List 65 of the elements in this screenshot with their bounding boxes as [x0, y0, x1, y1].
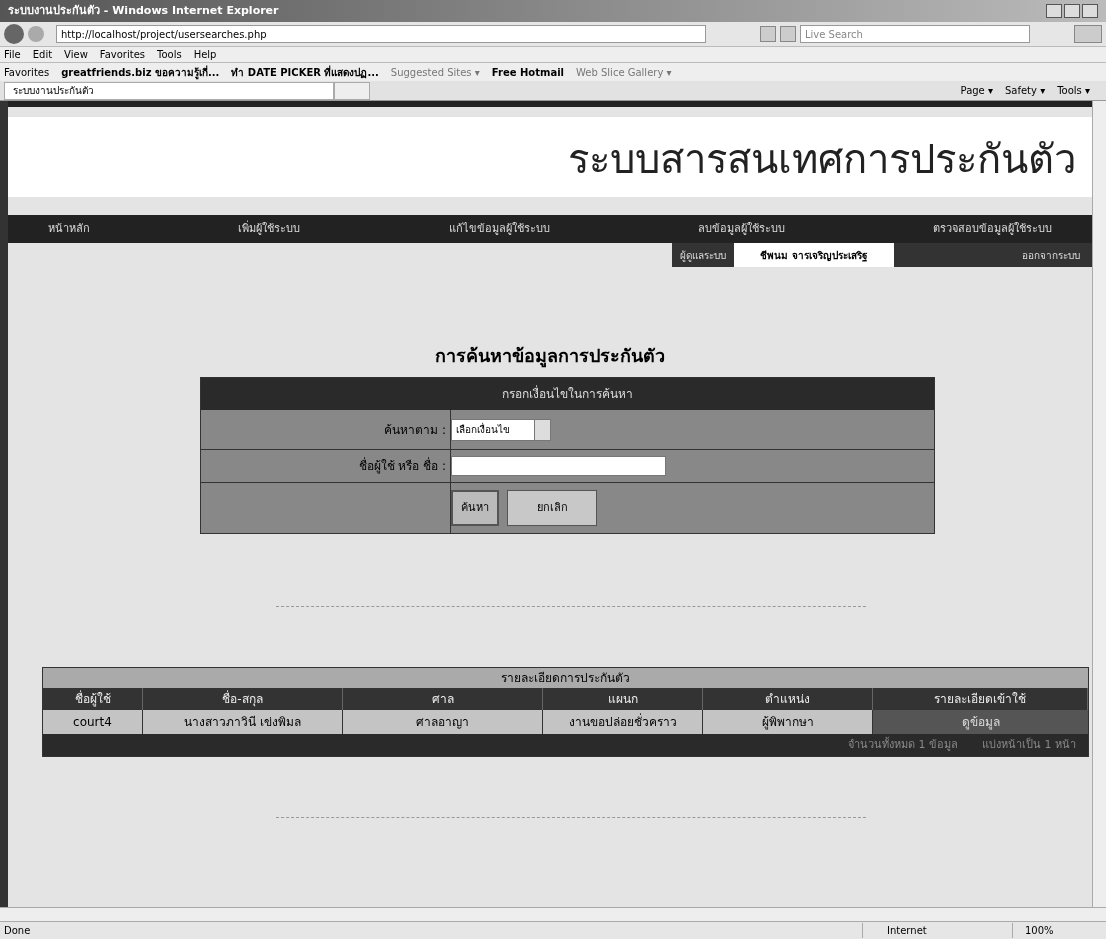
menu-item[interactable]: File	[4, 47, 21, 62]
horizontal-scrollbar[interactable]	[0, 907, 1106, 921]
browser-tab[interactable]: ระบบงานประกันตัว	[4, 81, 334, 100]
user-name: ชีพนม จารเจริญประเสริฐ	[734, 243, 894, 267]
vertical-scrollbar[interactable]	[1092, 101, 1106, 907]
table-title: รายละเอียดการประกันตัว	[43, 668, 1088, 688]
site-title: ระบบสารสนเทศการประกันตัว	[568, 135, 1076, 184]
menu-item[interactable]: Tools	[157, 47, 182, 62]
nav-link[interactable]: ตรวจสอบข้อมูลผู้ใช้ระบบ	[933, 220, 1052, 238]
search-heading: การค้นหาข้อมูลการประกันตัว	[434, 344, 666, 369]
nav-link[interactable]: หน้าหลัก	[48, 220, 90, 238]
window-title: ระบบงานประกันตัว - Windows Internet Explorer	[8, 2, 279, 19]
stop-button[interactable]	[780, 26, 796, 42]
favorites-link[interactable]: greatfriends.biz ขอความรู้เกี่...	[61, 64, 220, 80]
command-button[interactable]: Page ▾	[960, 83, 993, 98]
favorites-link[interactable]: ทำ DATE PICKER ที่แสดงปฏ...	[231, 64, 379, 80]
nav-link[interactable]: เพิ่มผู้ใช้ระบบ	[238, 220, 301, 238]
name-input[interactable]	[451, 456, 666, 476]
column-header: ชื่อ-สกุล	[143, 688, 343, 710]
column-header: ตำแหน่ง	[703, 688, 873, 710]
zoom-level[interactable]: 100%	[1012, 923, 1102, 938]
field-label: ค้นหาตาม :	[384, 421, 446, 439]
status-text: Done	[4, 924, 31, 938]
close-button[interactable]	[1082, 4, 1098, 18]
favorites-link[interactable]: Suggested Sites ▾	[390, 64, 480, 80]
column-header: แผนก	[543, 688, 703, 710]
nav-link[interactable]: แก้ไขข้อมูลผู้ใช้ระบบ	[448, 220, 550, 238]
favorites-button[interactable]: Favorites	[4, 64, 50, 80]
table-cell: นางสาวภาวินี เข่งพิมล	[143, 710, 343, 734]
search-button[interactable]	[1074, 25, 1102, 43]
search-button[interactable]: ค้นหา	[451, 490, 499, 526]
column-header: รายละเอียดเข้าใช้	[873, 688, 1088, 710]
menu-item[interactable]: View	[64, 47, 88, 62]
search-by-select[interactable]: เลือกเงื่อนไข	[451, 418, 551, 441]
command-button[interactable]: Tools ▾	[1057, 83, 1090, 98]
table-cell: court4	[43, 710, 143, 734]
column-header: ชื่อผู้ใช้	[43, 688, 143, 710]
column-header: ศาล	[343, 688, 543, 710]
user-role: ผู้ดูแลระบบ	[679, 248, 727, 263]
logout-link[interactable]: ออกจากระบบ	[894, 247, 1092, 263]
menu-item[interactable]: Favorites	[99, 47, 145, 62]
refresh-button[interactable]	[760, 26, 776, 42]
table-cell: ผู้พิพากษา	[703, 710, 873, 734]
new-tab-button[interactable]	[334, 81, 370, 100]
table-cell: ศาลอาญา	[343, 710, 543, 734]
minimize-button[interactable]	[1046, 4, 1062, 18]
menu-item[interactable]: Edit	[32, 47, 53, 62]
table-cell: งานขอปล่อยชั่วคราว	[543, 710, 703, 734]
view-details-link[interactable]: ดูข้อมูล	[873, 710, 1088, 734]
search-field[interactable]: Live Search	[800, 25, 1030, 43]
nav-link[interactable]: ลบข้อมูลผู้ใช้ระบบ	[697, 220, 785, 238]
field-label: ชื่อผู้ใช้ หรือ ชื่อ :	[358, 457, 446, 475]
footer-text: แบ่งหน้าเป็น 1 หน้า	[982, 736, 1076, 753]
back-button[interactable]	[4, 24, 24, 44]
menu-item[interactable]: Help	[193, 47, 217, 62]
footer-text: จำนวนทั้งหมด 1 ข้อมูล	[848, 736, 958, 753]
favorites-link[interactable]: Web Slice Gallery ▾	[576, 64, 672, 80]
address-field[interactable]: http://localhost/project/usersearches.php	[56, 25, 706, 43]
forward-button[interactable]	[28, 26, 44, 42]
cancel-button[interactable]: ยกเลิก	[507, 490, 597, 526]
security-zone: Internet	[862, 923, 1012, 938]
maximize-button[interactable]	[1064, 4, 1080, 18]
command-button[interactable]: Safety ▾	[1004, 83, 1046, 98]
favorites-link[interactable]: Free Hotmail	[491, 64, 564, 80]
form-header: กรอกเงื่อนไขในการค้นหา	[201, 378, 934, 410]
